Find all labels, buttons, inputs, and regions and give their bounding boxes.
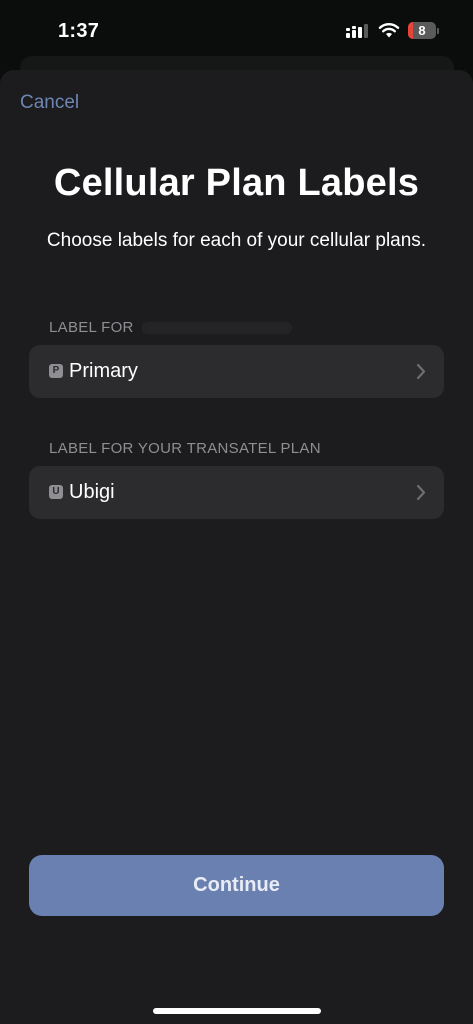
battery-cap xyxy=(437,28,439,34)
screen: 1:37 8 Cancel Cellular Plan Labels Choos… xyxy=(0,0,473,1024)
section-header-primary: LABEL FOR xyxy=(49,319,292,336)
section-header-transatel: LABEL FOR YOUR TRANSATEL PLAN xyxy=(49,440,321,457)
plan-label: Ubigi xyxy=(69,481,115,503)
page-title: Cellular Plan Labels xyxy=(53,162,420,204)
section-header-label: LABEL FOR xyxy=(49,319,134,336)
battery-body: 8 xyxy=(408,22,436,39)
plan-badge-icon: U xyxy=(49,485,63,499)
cellular-signal-icon xyxy=(346,24,368,38)
chevron-right-icon xyxy=(416,363,426,380)
continue-button[interactable]: Continue xyxy=(29,855,444,916)
cancel-button[interactable]: Cancel xyxy=(20,92,79,114)
chevron-right-icon xyxy=(416,484,426,501)
status-bar: 1:37 8 xyxy=(0,0,473,60)
home-indicator[interactable] xyxy=(153,1008,321,1014)
plan-badge-icon: P xyxy=(49,364,63,378)
redacted-text xyxy=(141,322,292,335)
battery-indicator: 8 xyxy=(408,22,440,40)
plan-row-primary[interactable]: P Primary xyxy=(29,345,444,398)
section-header-label: LABEL FOR YOUR TRANSATEL PLAN xyxy=(49,440,321,457)
plan-label: Primary xyxy=(69,360,138,382)
status-time: 1:37 xyxy=(58,20,100,42)
plan-row-ubigi[interactable]: U Ubigi xyxy=(29,466,444,519)
wifi-icon xyxy=(378,23,400,38)
battery-level: 8 xyxy=(418,23,426,38)
page-subtitle: Choose labels for each of your cellular … xyxy=(46,230,427,251)
